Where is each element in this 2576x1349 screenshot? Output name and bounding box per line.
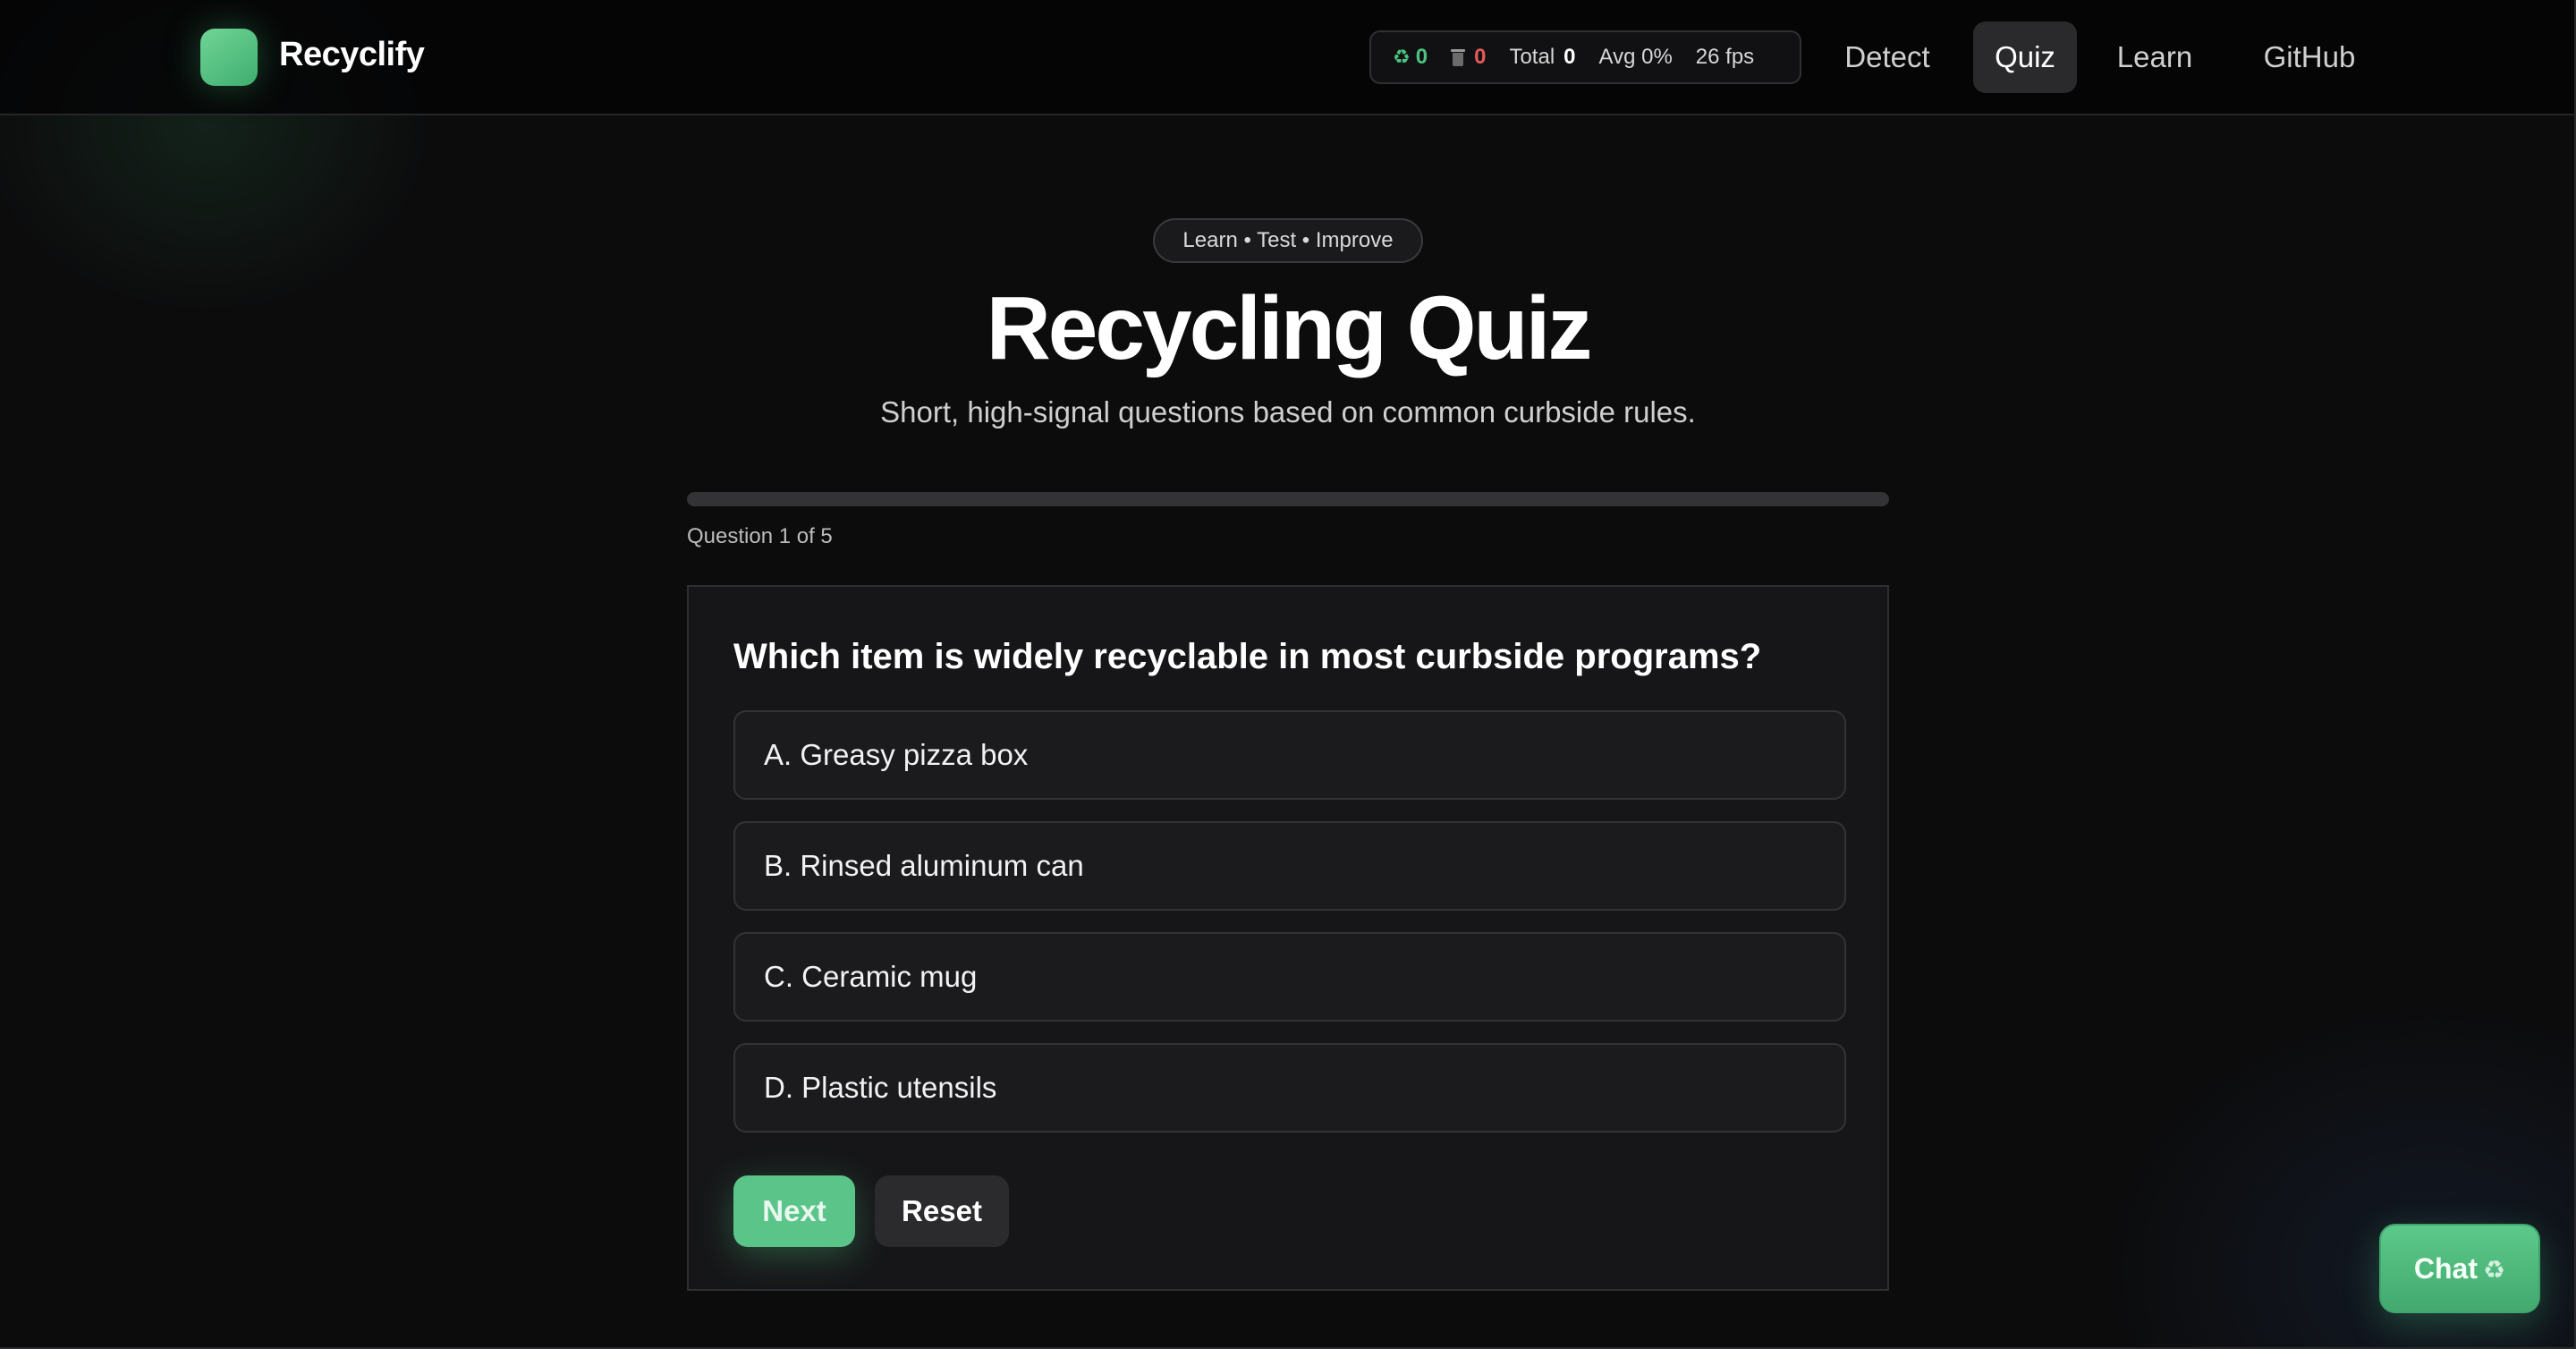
tagline-pill: Learn • Test • Improve [1153,218,1423,263]
nav-learn[interactable]: Learn [2102,21,2207,93]
option-b[interactable]: B. Rinsed aluminum can [733,821,1846,911]
recycle-icon: ♻ [1393,46,1411,68]
option-c[interactable]: C. Ceramic mug [733,932,1846,1022]
option-a[interactable]: A. Greasy pizza box [733,710,1846,800]
avg-value: Avg 0% [1598,45,1673,69]
avg-stat: Avg 0% [1599,45,1673,70]
recycle-count: 0 [1415,45,1428,69]
stats-bar: ♻ 0 0 Total 0 Avg 0% 26 fps [1369,30,1801,84]
question-text: Which item is widely recyclable in most … [733,637,1762,676]
next-button[interactable]: Next [733,1175,855,1247]
nav-detect[interactable]: Detect [1825,21,1950,93]
reset-button[interactable]: Reset [875,1175,1009,1247]
page-subtitle: Short, high-signal questions based on co… [880,395,1696,428]
quiz-card: Which item is widely recyclable in most … [687,585,1889,1291]
trash-count: 0 [1474,45,1487,69]
nav-quiz[interactable]: Quiz [1973,21,2077,93]
total-stat: Total 0 [1509,45,1575,70]
brand-name[interactable]: Recyclify [279,36,425,74]
trash-stat: 0 [1451,45,1486,70]
top-header: Recyclify ♻ 0 0 Total 0 Avg 0% 26 fps De… [0,0,2576,115]
fps-value: 26 fps [1695,45,1755,69]
page-title: Recycling Quiz [986,278,1593,378]
chat-button[interactable]: Chat ♻ [2379,1224,2540,1313]
quiz-progress-bar [687,492,1889,506]
fps-stat: 26 fps [1696,45,1754,70]
total-label: Total [1509,45,1555,69]
option-d[interactable]: D. Plastic utensils [733,1043,1846,1133]
recycle-stat: ♻ 0 [1393,45,1428,70]
chat-label: Chat [2413,1252,2478,1285]
logo[interactable] [200,29,258,86]
question-counter: Question 1 of 5 [687,524,833,548]
nav-github[interactable]: GitHub [2247,21,2372,93]
leaf-icon: ♻ [2483,1256,2506,1284]
total-value: 0 [1563,45,1576,69]
trash-icon [1451,47,1466,67]
